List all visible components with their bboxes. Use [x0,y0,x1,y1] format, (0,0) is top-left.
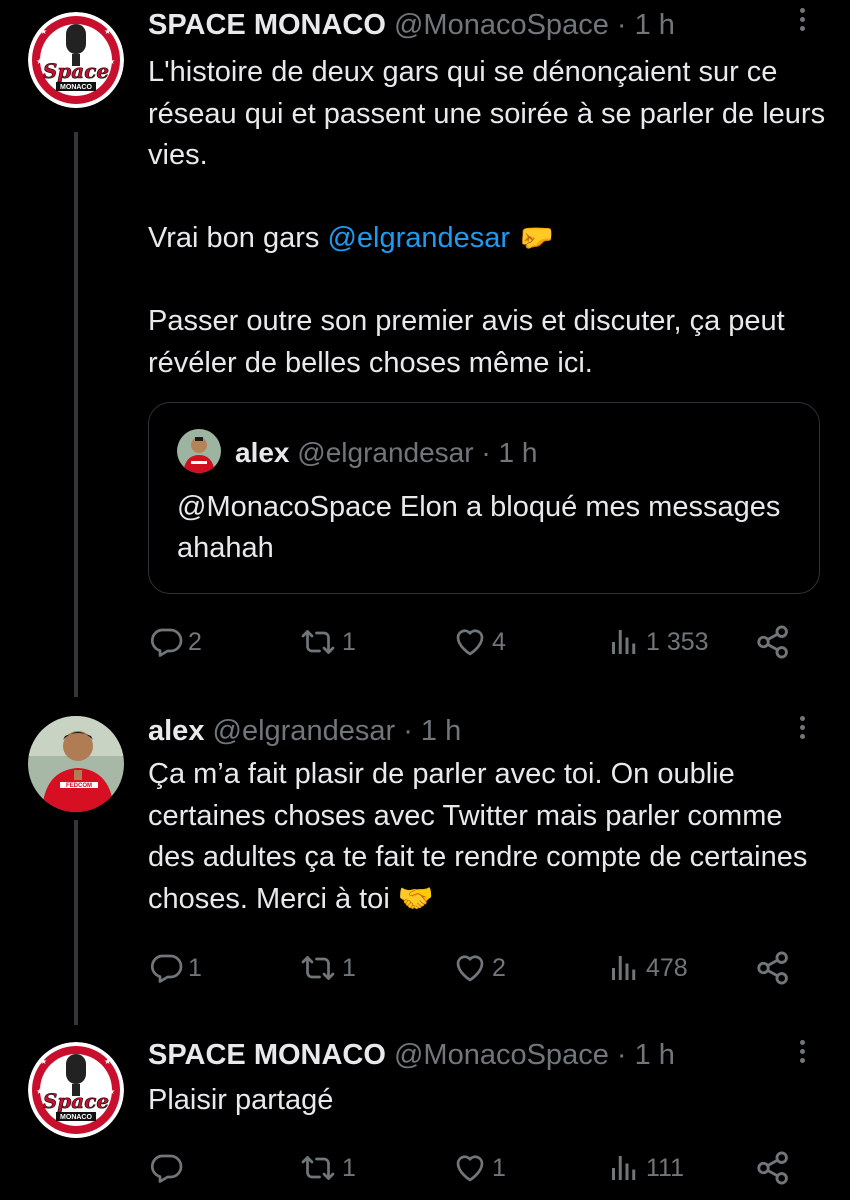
author-handle[interactable]: @MonacoSpace [394,1039,609,1071]
repost-button[interactable]: 1 [298,622,356,662]
heart-icon [456,1155,484,1182]
action-bar: 1 1 2 478 [148,948,808,988]
like-count: 4 [492,627,506,656]
views-button[interactable]: 1 353 [606,622,709,662]
timestamp[interactable]: 1 h [635,9,675,41]
tweet-paragraph: Passer outre son premier avis et discute… [148,305,785,379]
tweet-paragraph: Vrai bon gars @elgrandesar 🤛 [148,218,828,260]
separator: · [616,9,627,41]
svg-text:FEDCOM: FEDCOM [66,783,92,789]
reply-button[interactable]: 2 [148,622,202,662]
views-icon [612,956,636,980]
share-button[interactable] [754,1148,792,1188]
author-name[interactable]: SPACE MONACO [148,9,386,41]
views-icon [612,1156,636,1180]
quote-author-handle: @elgrandesar [297,437,474,468]
svg-text:MONACO: MONACO [60,1114,92,1121]
thread-line [74,132,78,697]
separator: · [403,715,413,747]
like-button[interactable]: 4 [452,622,506,662]
views-icon [612,630,636,654]
views-count: 1 353 [646,627,709,656]
author-name[interactable]: alex [148,715,204,747]
svg-text:Space: Space [43,59,109,83]
like-button[interactable]: 1 [452,1148,506,1188]
timestamp[interactable]: 1 h [421,715,461,747]
reply-icon [150,1154,183,1183]
heart-icon [456,629,484,656]
views-button[interactable]: 111 [606,1148,684,1188]
repost-icon [301,956,335,980]
views-button[interactable]: 478 [606,948,688,988]
avatar[interactable]: ★ ★ ★ ★ Space MONACO [28,12,124,108]
share-icon [757,1151,788,1185]
share-icon [757,951,788,985]
tweet-text: L'histoire de deux gars qui se dénonçaie… [148,52,828,384]
like-count: 2 [492,953,506,982]
repost-button[interactable]: 1 [298,948,356,988]
reply-button[interactable] [148,1148,188,1188]
quote-timestamp: 1 h [498,437,538,468]
author-name[interactable]: SPACE MONACO [148,1039,386,1071]
quote-author-name: alex [235,437,290,468]
avatar[interactable]: FEDCOM [28,716,124,812]
action-bar: 2 1 4 1 353 [148,622,808,662]
tweet-header: SPACE MONACO @MonacoSpace · 1 h [148,8,675,42]
quote-text: @MonacoSpace Elon a bloqué mes messages … [177,491,781,564]
reply-button[interactable]: 1 [148,948,202,988]
reply-count: 2 [188,627,202,656]
more-options-icon[interactable] [790,1036,814,1066]
reply-count: 1 [188,953,202,982]
svg-text:★: ★ [40,27,47,36]
avatar[interactable]: ★ ★ ★ ★ Space MONACO [28,1042,124,1138]
share-icon [757,625,788,659]
repost-button[interactable]: 1 [298,1148,356,1188]
like-count: 1 [492,1153,506,1182]
tweet-text: Ça m’a fait plasir de parler avec toi. O… [148,758,808,915]
quote-header: alex @elgrandesar · 1 h [235,436,537,470]
tweet-text: Plaisir partagé [148,1084,334,1116]
author-handle[interactable]: @elgrandesar [213,715,396,747]
reply-icon [150,628,183,657]
quote-avatar [177,429,221,473]
repost-count: 1 [342,1153,356,1182]
tweet-text-span: Vrai bon gars [148,222,328,254]
views-count: 111 [646,1153,685,1182]
tweet-paragraph: L'histoire de deux gars qui se dénonçaie… [148,56,826,171]
svg-text:★: ★ [104,1057,111,1066]
tweet-header: alex @elgrandesar · 1 h [148,714,461,748]
svg-text:★: ★ [104,27,111,36]
action-bar: 1 1 111 [148,1148,808,1188]
mention-link[interactable]: @elgrandesar [327,222,510,254]
svg-text:★: ★ [40,1057,47,1066]
heart-icon [456,955,484,982]
thread-line [74,820,78,1025]
author-handle[interactable]: @MonacoSpace [394,9,609,41]
quoted-tweet[interactable]: alex @elgrandesar · 1 h @MonacoSpace Elo… [148,402,820,594]
share-button[interactable] [754,948,792,988]
tweet-header: SPACE MONACO @MonacoSpace · 1 h [148,1038,675,1072]
views-count: 478 [646,953,688,982]
like-button[interactable]: 2 [452,948,506,988]
repost-icon [301,1156,335,1180]
more-options-icon[interactable] [790,712,814,742]
repost-count: 1 [342,627,356,656]
separator: · [616,1039,627,1071]
reply-icon [150,954,183,983]
separator: · [481,437,491,468]
repost-icon [301,630,335,654]
share-button[interactable] [754,622,792,662]
fist-emoji: 🤛 [518,222,555,254]
svg-text:Space: Space [43,1089,109,1113]
repost-count: 1 [342,953,356,982]
svg-text:MONACO: MONACO [60,84,92,91]
timestamp[interactable]: 1 h [635,1039,675,1071]
more-options-icon[interactable] [790,4,814,34]
